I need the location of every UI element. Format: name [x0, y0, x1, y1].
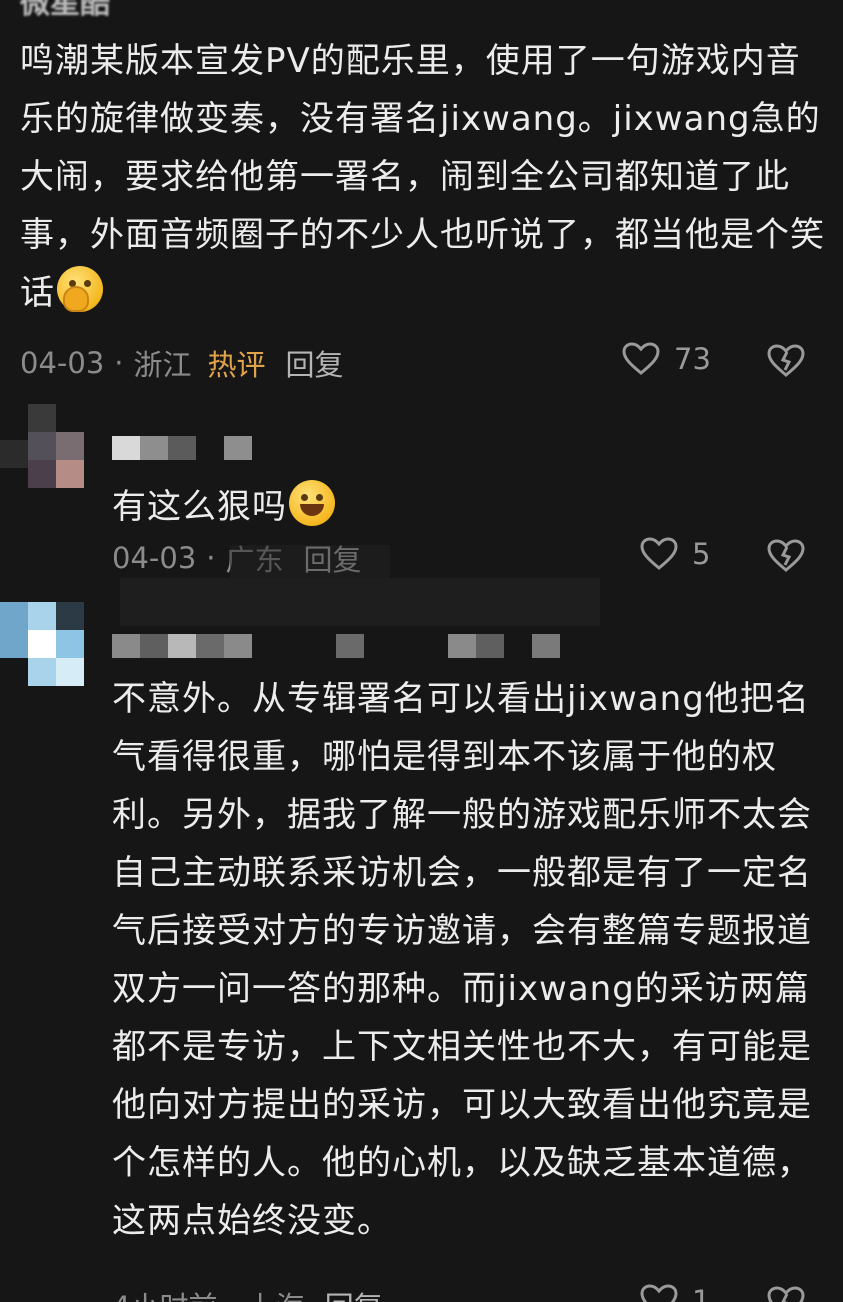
grinning-face-icon — [289, 480, 335, 526]
like-button[interactable]: 1 — [640, 1284, 710, 1302]
comment-meta: 4小时前 · 上海 回复 — [112, 1284, 383, 1302]
comment-date: 04-03 — [20, 346, 105, 380]
like-count: 5 — [692, 537, 711, 571]
broken-heart-icon[interactable] — [767, 539, 805, 573]
comment-text: 不意外。从专辑署名可以看出jixwang他把名气看得很重，哪怕是得到本不该属于他… — [112, 679, 812, 1241]
reply-button[interactable]: 回复 — [286, 342, 344, 384]
meta-separator: · — [227, 1288, 236, 1302]
comment-thread: 微星酷 鸣潮某版本宣发PV的配乐里，使用了一句游戏内音乐的旋律做变奏，没有署名j… — [0, 0, 843, 1302]
comment-date: 4小时前 — [112, 1284, 217, 1302]
commenter-name[interactable]: 微星酷 — [20, 0, 110, 22]
comment-location: 上海 — [247, 1284, 305, 1302]
comment-body: 有这么狠吗 — [112, 487, 287, 527]
hot-comment-badge: 热评 — [207, 348, 266, 382]
heart-icon — [622, 342, 660, 375]
broken-heart-icon[interactable] — [767, 1286, 805, 1302]
meta-separator: · — [206, 541, 216, 575]
hand-over-mouth-icon — [57, 266, 103, 312]
like-button[interactable]: 73 — [622, 342, 711, 376]
comment-location: 浙江 — [133, 348, 192, 382]
comment-text: 有这么狠吗 — [112, 478, 812, 536]
heart-icon — [640, 537, 678, 570]
like-count: 73 — [674, 342, 711, 376]
like-count: 1 — [692, 1284, 711, 1302]
broken-heart-icon[interactable] — [767, 344, 805, 378]
meta-separator: · — [114, 346, 124, 380]
comment-text: 鸣潮某版本宣发PV的配乐里，使用了一句游戏内音乐的旋律做变奏，没有署名jixwa… — [20, 32, 825, 322]
like-button[interactable]: 5 — [640, 537, 710, 571]
reply-button[interactable]: 回复 — [325, 1284, 383, 1302]
heart-icon — [640, 1284, 678, 1302]
comment-body: 鸣潮某版本宣发PV的配乐里，使用了一句游戏内音乐的旋律做变奏，没有署名jixwa… — [20, 41, 825, 313]
comment-date: 04-03 — [112, 541, 197, 575]
blurred-region — [120, 578, 600, 626]
comment-meta: 04-03 · 浙江 热评 回复 — [20, 342, 344, 384]
